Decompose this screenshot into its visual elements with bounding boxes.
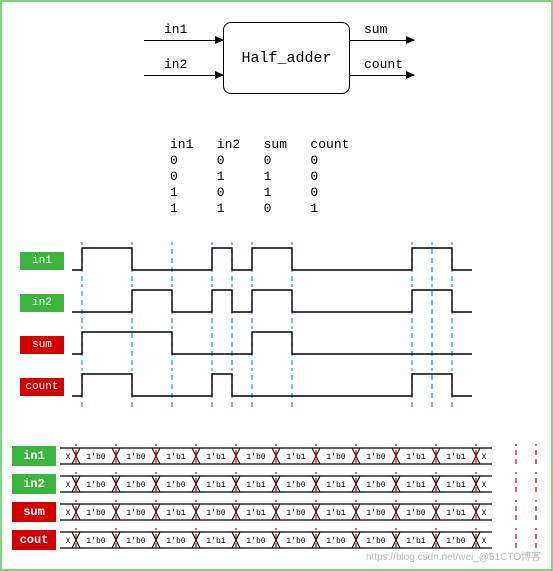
waveform-label: in2 xyxy=(20,294,64,312)
trace-label: in1 xyxy=(12,446,56,466)
svg-text:X: X xyxy=(482,453,487,462)
arrow-icon xyxy=(406,71,415,79)
waveform-row: in2 xyxy=(2,284,551,326)
wire-sum xyxy=(349,40,414,41)
watermark: https://blog.csdn.net/wei_@51CTO博客 xyxy=(366,548,541,563)
svg-text:1'b1: 1'b1 xyxy=(326,481,345,490)
svg-text:1'b1: 1'b1 xyxy=(406,481,425,490)
svg-text:1'b0: 1'b0 xyxy=(366,509,385,518)
trace-row: sum X 1'b0 1'b0 1'b1 1'b0 1'b1 1'b0 1'b1 1'b0 1'b0… xyxy=(12,498,540,526)
svg-text:1'b1: 1'b1 xyxy=(246,481,265,490)
svg-text:X: X xyxy=(482,509,487,518)
wire-in1 xyxy=(144,40,223,41)
svg-text:1'b0: 1'b0 xyxy=(126,509,145,518)
svg-text:1'b0: 1'b0 xyxy=(166,537,185,546)
svg-text:1'b1: 1'b1 xyxy=(206,537,225,546)
svg-text:1'b0: 1'b0 xyxy=(246,537,265,546)
svg-text:X: X xyxy=(66,509,71,518)
svg-text:1'b0: 1'b0 xyxy=(326,537,345,546)
waveform-label: count xyxy=(20,378,64,396)
port-label-count: count xyxy=(364,57,403,72)
svg-text:1'b0: 1'b0 xyxy=(246,453,265,462)
svg-text:X: X xyxy=(66,453,71,462)
trace-svg: X 1'b0 1'b0 1'b0 1'b1 1'b1 1'b0 1'b1 1'b0 1'b1 1'b… xyxy=(60,472,540,496)
svg-text:1'b0: 1'b0 xyxy=(166,481,185,490)
waveform-label: sum xyxy=(20,336,64,354)
waveform-row: in1 xyxy=(2,242,551,284)
waveform-label: in1 xyxy=(20,252,64,270)
module-name: Half_adder xyxy=(241,50,331,67)
waveform-area: in1 in2 sum count xyxy=(2,242,551,410)
svg-text:1'b0: 1'b0 xyxy=(86,509,105,518)
trace-label: cout xyxy=(12,530,56,550)
trace-area: in1 X 1'b0 1'b0 1'b1 1'b1 1'b0 1'b1 1'b0 1'b0 1'b1… xyxy=(12,442,540,554)
svg-text:X: X xyxy=(482,481,487,490)
svg-text:1'b0: 1'b0 xyxy=(126,481,145,490)
trace-label: in2 xyxy=(12,474,56,494)
port-label-sum: sum xyxy=(364,22,387,37)
svg-text:1'b1: 1'b1 xyxy=(286,453,305,462)
svg-text:1'b0: 1'b0 xyxy=(366,481,385,490)
svg-text:1'b0: 1'b0 xyxy=(86,537,105,546)
trace-svg: X 1'b0 1'b0 1'b1 1'b0 1'b1 1'b0 1'b1 1'b0 1'b0 1'b… xyxy=(60,500,540,524)
svg-text:1'b1: 1'b1 xyxy=(246,509,265,518)
svg-text:1'b0: 1'b0 xyxy=(406,509,425,518)
port-label-in1: in1 xyxy=(164,22,187,37)
svg-text:1'b0: 1'b0 xyxy=(126,453,145,462)
block-diagram: Half_adder in1 in2 sum count xyxy=(2,2,551,102)
arrow-icon xyxy=(215,36,224,44)
page: Half_adder in1 in2 sum count in1 in2 sum… xyxy=(0,0,553,571)
wire-in2 xyxy=(144,75,223,76)
waveform-svg xyxy=(72,284,482,326)
svg-text:1'b1: 1'b1 xyxy=(166,509,185,518)
waveform-svg xyxy=(72,368,482,410)
trace-row: in1 X 1'b0 1'b0 1'b1 1'b1 1'b0 1'b1 1'b0 1'b0 1'b1… xyxy=(12,442,540,470)
waveform-row: count xyxy=(2,368,551,410)
svg-text:1'b0: 1'b0 xyxy=(86,453,105,462)
svg-text:1'b0: 1'b0 xyxy=(286,481,305,490)
svg-text:X: X xyxy=(66,537,71,546)
trace-label: sum xyxy=(12,502,56,522)
wire-count xyxy=(349,75,414,76)
svg-text:1'b0: 1'b0 xyxy=(126,537,145,546)
waveform-svg xyxy=(72,242,482,284)
module-box: Half_adder xyxy=(223,22,350,94)
svg-text:1'b1: 1'b1 xyxy=(166,453,185,462)
arrow-icon xyxy=(215,71,224,79)
svg-text:1'b1: 1'b1 xyxy=(446,509,465,518)
svg-text:1'b1: 1'b1 xyxy=(446,481,465,490)
svg-text:1'b0: 1'b0 xyxy=(86,481,105,490)
svg-text:1'b1: 1'b1 xyxy=(206,481,225,490)
waveform-svg xyxy=(72,326,482,368)
svg-text:X: X xyxy=(482,537,487,546)
trace-svg: X 1'b0 1'b0 1'b1 1'b1 1'b0 1'b1 1'b0 1'b0 1'b1 1'b… xyxy=(60,444,540,468)
svg-text:1'b1: 1'b1 xyxy=(326,509,345,518)
svg-text:1'b1: 1'b1 xyxy=(406,537,425,546)
waveform-row: sum xyxy=(2,326,551,368)
truth-table: in1 in2 sum count 0 0 0 0 0 1 1 0 1 0 1 … xyxy=(170,137,357,217)
svg-text:X: X xyxy=(66,481,71,490)
svg-text:1'b0: 1'b0 xyxy=(286,537,305,546)
svg-text:1'b0: 1'b0 xyxy=(446,537,465,546)
svg-text:1'b1: 1'b1 xyxy=(406,453,425,462)
svg-text:1'b0: 1'b0 xyxy=(286,509,305,518)
svg-text:1'b1: 1'b1 xyxy=(206,453,225,462)
svg-text:1'b0: 1'b0 xyxy=(366,453,385,462)
port-label-in2: in2 xyxy=(164,57,187,72)
arrow-icon xyxy=(406,36,415,44)
svg-text:1'b1: 1'b1 xyxy=(446,453,465,462)
svg-text:1'b0: 1'b0 xyxy=(326,453,345,462)
svg-text:1'b0: 1'b0 xyxy=(366,537,385,546)
svg-text:1'b0: 1'b0 xyxy=(206,509,225,518)
trace-row: in2 X 1'b0 1'b0 1'b0 1'b1 1'b1 1'b0 1'b1 1'b0 1'b1… xyxy=(12,470,540,498)
